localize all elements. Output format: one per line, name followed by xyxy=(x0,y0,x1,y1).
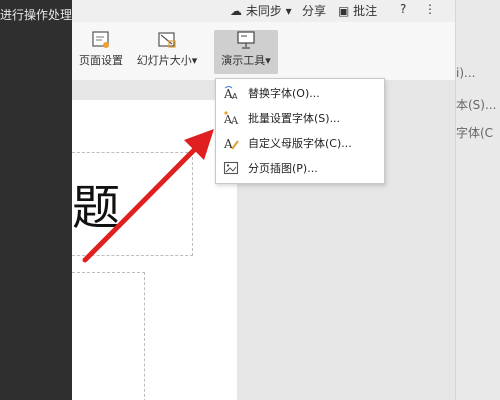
red-arrow-annotation xyxy=(82,129,214,263)
